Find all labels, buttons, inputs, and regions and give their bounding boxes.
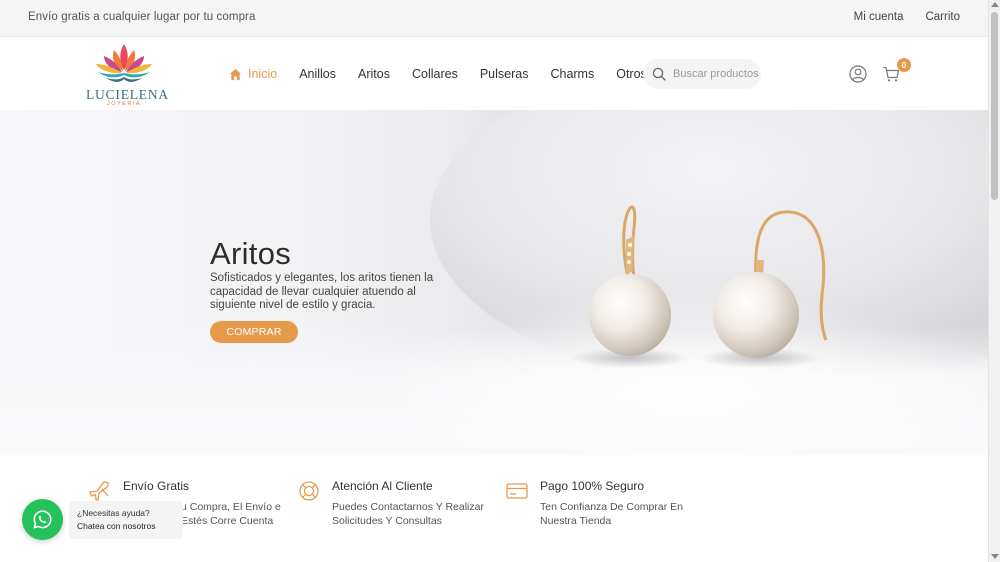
- nav-label: Inicio: [248, 67, 278, 81]
- pearl-earrings-image: [570, 205, 828, 368]
- nav-item-charms[interactable]: Charms: [550, 67, 594, 81]
- user-icon[interactable]: [849, 65, 867, 83]
- search-box[interactable]: [643, 59, 761, 89]
- brand-tagline: JOYERIA: [106, 101, 142, 107]
- cart-count-badge: 0: [897, 58, 911, 72]
- feature-title: Pago 100% Seguro: [540, 479, 645, 493]
- plane-icon: [89, 481, 109, 501]
- hero-description: Sofisticados y elegantes, los aritos tie…: [210, 272, 434, 311]
- whatsapp-help-line1: ¿Necesitas ayuda?: [77, 508, 150, 518]
- nav-item-pulseras[interactable]: Pulseras: [480, 67, 529, 81]
- comprar-button[interactable]: COMPRAR: [210, 321, 298, 343]
- nav-item-anillos[interactable]: Anillos: [299, 67, 336, 81]
- lotus-icon: [96, 44, 152, 82]
- home-icon: [229, 68, 242, 80]
- nav-item-collares[interactable]: Collares: [412, 67, 458, 81]
- brand-logo[interactable]: LUCIELENA JOYERIA: [86, 42, 168, 107]
- search-icon[interactable]: [652, 67, 666, 81]
- whatsapp-icon: [33, 510, 52, 529]
- main-nav: Inicio Anillos Aritos Collares Pulseras …: [229, 67, 669, 81]
- whatsapp-help-line2: Chatea con nosotros: [77, 521, 156, 531]
- hero-banner: Aritos Sofisticados y elegantes, los ari…: [0, 110, 988, 455]
- search-input[interactable]: [673, 68, 759, 80]
- scroll-up-arrow[interactable]: [991, 2, 999, 7]
- nav-item-aritos[interactable]: Aritos: [358, 67, 390, 81]
- lifebuoy-icon: [299, 481, 319, 501]
- credit-card-icon: [506, 483, 528, 499]
- top-links: Mi cuenta Carrito: [854, 11, 960, 23]
- page-scrollbar[interactable]: [988, 0, 1000, 562]
- feature-text: Puedes Contactarnos Y Realizar Solicitud…: [332, 501, 484, 527]
- feature-title: Envío Gratis: [123, 479, 190, 493]
- whatsapp-help-bubble[interactable]: ¿Necesitas ayuda? Chatea con nosotros: [69, 501, 183, 539]
- nav-item-inicio[interactable]: Inicio: [229, 67, 277, 81]
- feature-title: Atención Al Cliente: [332, 479, 433, 493]
- top-bar: Envío gratis a cualquier lugar por tu co…: [0, 0, 988, 37]
- whatsapp-button[interactable]: [22, 499, 63, 540]
- cart-link[interactable]: Carrito: [925, 11, 960, 23]
- scroll-down-arrow[interactable]: [991, 554, 999, 559]
- scroll-thumb[interactable]: [991, 12, 998, 200]
- site-header: LUCIELENA JOYERIA Inicio Anillos Aritos …: [0, 37, 988, 110]
- hero-title: Aritos: [210, 236, 292, 271]
- my-account-link[interactable]: Mi cuenta: [854, 11, 904, 23]
- feature-text: Ten Confianza De Comprar En Nuestra Tien…: [540, 501, 683, 527]
- free-shipping-promo: Envío gratis a cualquier lugar por tu co…: [28, 11, 256, 23]
